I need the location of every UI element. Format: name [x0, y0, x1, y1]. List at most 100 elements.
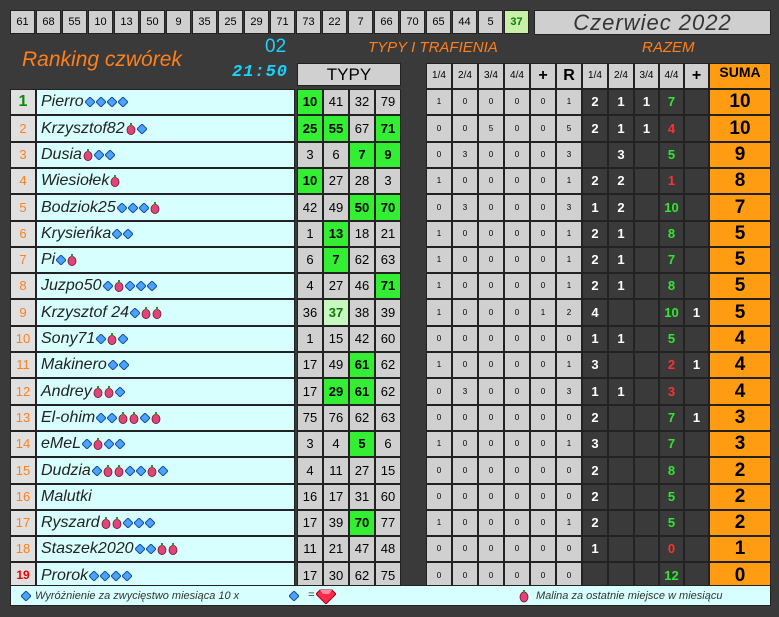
drawn-number: 70	[400, 10, 425, 34]
player-name-text: Andrey	[41, 383, 92, 400]
player-name-text: El-ohim	[41, 409, 96, 426]
drawn-number: 13	[114, 10, 139, 34]
rank-cell: 8	[10, 273, 36, 299]
typ-number: 46	[349, 273, 375, 299]
diamond-icon	[115, 438, 126, 449]
diamond-icon	[95, 96, 106, 107]
stat-cell: 3	[556, 194, 582, 221]
razem-cell	[684, 378, 709, 405]
typ-number: 25	[297, 115, 323, 142]
typ-number: 61	[349, 378, 375, 405]
raspberry-icon	[67, 254, 77, 267]
razem-cell: 10	[659, 194, 684, 221]
raspberry-icon	[126, 123, 135, 136]
razem-cell	[634, 352, 659, 378]
drawn-number: 5	[478, 10, 503, 34]
player-name: Krzysztof 24	[36, 299, 295, 326]
typ-number: 75	[297, 405, 323, 431]
razem-cell: 2	[582, 510, 608, 536]
diamond-icon	[134, 543, 145, 554]
typ-number: 6	[375, 431, 401, 457]
player-name-text: Malutki	[41, 488, 92, 505]
player-name: Krysieńka	[36, 221, 295, 247]
sub-header: 2/4	[608, 63, 634, 89]
footer-equals: =	[308, 589, 315, 601]
suma-cell: 2	[709, 510, 771, 536]
stat-cell: 1	[556, 168, 582, 194]
razem-cell: 1	[608, 378, 634, 405]
player-name-text: Krzysztof82	[41, 120, 125, 137]
stat-cell: 0	[452, 247, 478, 273]
stat-cell: 0	[530, 457, 556, 484]
razem-cell: 1	[608, 115, 634, 142]
stat-cell: 1	[426, 89, 452, 115]
razem-cell	[684, 431, 709, 457]
razem-cell: 3	[659, 378, 684, 405]
stat-cell: 0	[452, 168, 478, 194]
stat-cell: 0	[556, 326, 582, 352]
drawn-number: 9	[166, 10, 191, 34]
razem-cell	[608, 510, 634, 536]
typ-number: 79	[375, 89, 401, 115]
stat-cell: 1	[556, 273, 582, 299]
stat-cell: 0	[426, 484, 452, 510]
razem-cell	[634, 326, 659, 352]
typ-number: 76	[323, 405, 349, 431]
stat-cell: 1	[426, 431, 452, 457]
typ-number: 18	[349, 221, 375, 247]
raspberry-icon	[118, 412, 128, 425]
typy-trafienia-label: TYPY I TRAFIENIA	[368, 39, 498, 56]
typ-number: 13	[323, 221, 349, 247]
stat-cell: 0	[426, 326, 452, 352]
stat-cell: 1	[556, 510, 582, 536]
typ-number: 7	[323, 247, 349, 273]
razem-cell: 1	[582, 194, 608, 221]
raspberry-icon	[93, 386, 103, 399]
diamond-icon	[124, 280, 135, 291]
razem-cell: 5	[659, 326, 684, 352]
stat-cell: 0	[452, 221, 478, 247]
typ-number: 37	[323, 299, 349, 326]
player-name: Ryszard	[36, 510, 295, 536]
stat-cell: 3	[452, 378, 478, 405]
diamond-icon	[21, 591, 31, 601]
suma-cell: 10	[709, 89, 771, 115]
stat-cell: 2	[556, 299, 582, 326]
stat-cell: 1	[426, 247, 452, 273]
suma-cell: 3	[709, 431, 771, 457]
typ-number: 60	[375, 326, 401, 352]
diamond-icon	[104, 149, 115, 160]
player-name-text: Juzpo50	[41, 277, 102, 294]
stat-cell: 0	[530, 326, 556, 352]
rank-cell: 1	[10, 89, 36, 115]
razem-cell: 2	[582, 273, 608, 299]
typ-number: 38	[349, 299, 375, 326]
raspberry-icon	[157, 543, 166, 556]
player-name: Juzpo50	[36, 273, 295, 299]
stat-cell: 0	[504, 168, 530, 194]
stat-cell: 0	[452, 273, 478, 299]
typ-number: 62	[349, 247, 375, 273]
razem-cell: 1	[684, 405, 709, 431]
razem-cell: 2	[582, 115, 608, 142]
diamond-icon	[91, 465, 102, 476]
stat-cell: 0	[452, 115, 478, 142]
typ-number: 41	[323, 89, 349, 115]
stat-cell: 0	[530, 405, 556, 431]
razem-cell	[684, 115, 709, 142]
drawn-number: 68	[36, 10, 61, 34]
stat-cell: 0	[504, 299, 530, 326]
player-name-text: Prorok	[41, 567, 89, 584]
razem-cell: 10	[659, 299, 684, 326]
diamond-icon	[112, 228, 123, 239]
diamond-icon	[144, 517, 155, 528]
raspberry-icon	[107, 333, 117, 346]
razem-cell	[684, 142, 709, 168]
diamond-icon	[138, 202, 149, 213]
diamond-icon	[116, 202, 127, 213]
stat-cell: 0	[530, 221, 556, 247]
raspberry-icon	[103, 465, 113, 478]
typ-number: 3	[375, 168, 401, 194]
razem-cell	[608, 457, 634, 484]
typ-number: 1	[297, 221, 323, 247]
